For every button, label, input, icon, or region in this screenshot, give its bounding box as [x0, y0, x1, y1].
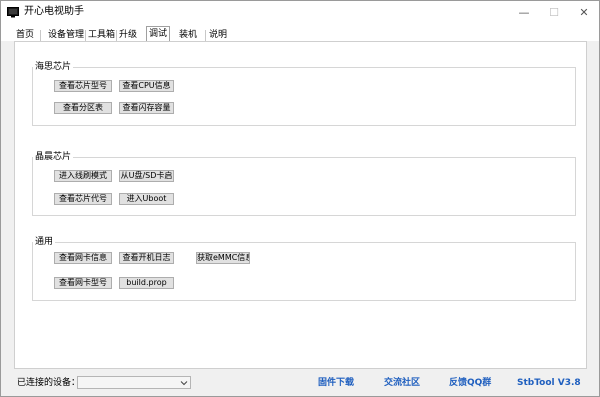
community-link[interactable]: 交流社区 — [384, 377, 420, 389]
enter-uboot-button[interactable]: 进入Uboot — [119, 193, 174, 205]
general-group-title: 通用 — [33, 236, 56, 248]
tab-debug[interactable]: 调试 — [146, 26, 171, 41]
hisi-group-title: 海思芯片 — [33, 61, 74, 73]
tab-bar: 首页 设备管理 工具箱 升级 调试 装机 说明 — [1, 23, 599, 41]
view-boot-log-button[interactable]: 查看开机日志 — [119, 252, 174, 264]
tab-install[interactable]: 装机 — [179, 29, 197, 41]
view-cpu-info-button[interactable]: 查看CPU信息 — [119, 80, 174, 92]
view-partition-table-button[interactable]: 查看分区表 — [54, 102, 112, 114]
general-group: 通用 查看网卡信息 查看开机日志 获取eMMC信息 查看网卡型号 build.p… — [32, 236, 576, 301]
boot-from-usb-sd-button[interactable]: 从U盘/SD卡启 — [119, 170, 174, 182]
view-flash-capacity-button[interactable]: 查看闪存容量 — [119, 102, 174, 114]
tab-separator — [40, 30, 41, 41]
tab-home[interactable]: 首页 — [16, 29, 34, 41]
view-nic-model-button[interactable]: 查看网卡型号 — [54, 277, 112, 289]
tv-app-icon — [7, 7, 19, 18]
feedback-qq-group-link[interactable]: 反馈QQ群 — [449, 377, 491, 389]
view-chip-code-button[interactable]: 查看芯片代号 — [54, 193, 112, 205]
minimize-button[interactable]: — — [509, 1, 539, 23]
tab-upgrade[interactable]: 升级 — [119, 29, 137, 41]
debug-panel: 海思芯片 查看芯片型号 查看CPU信息 查看分区表 查看闪存容量 晶晨芯片 进入… — [14, 41, 587, 369]
tab-separator — [205, 30, 206, 41]
device-select[interactable] — [77, 376, 191, 389]
build-prop-button[interactable]: build.prop — [119, 277, 174, 289]
stbtool-version-link[interactable]: StbTool V3.8 — [517, 377, 581, 389]
firmware-download-link[interactable]: 固件下载 — [318, 377, 354, 389]
chevron-down-icon — [180, 381, 188, 386]
tab-separator — [116, 30, 117, 41]
amlogic-group-title: 晶晨芯片 — [33, 151, 74, 163]
amlogic-chip-group: 晶晨芯片 进入线刷模式 从U盘/SD卡启 查看芯片代号 进入Uboot — [32, 151, 576, 216]
maximize-button[interactable]: ☐ — [539, 1, 569, 23]
connected-device-label: 已连接的设备： — [17, 378, 81, 388]
enter-flash-mode-button[interactable]: 进入线刷模式 — [54, 170, 112, 182]
tab-toolbox[interactable]: 工具箱 — [88, 29, 115, 41]
close-button[interactable]: ✕ — [569, 1, 599, 23]
tab-instructions[interactable]: 说明 — [209, 29, 227, 41]
hisi-chip-group: 海思芯片 查看芯片型号 查看CPU信息 查看分区表 查看闪存容量 — [32, 61, 576, 126]
get-emmc-info-button[interactable]: 获取eMMC信息 — [196, 252, 250, 264]
tab-separator — [85, 30, 86, 41]
window-title: 开心电视助手 — [24, 6, 84, 17]
title-bar[interactable]: 开心电视助手 — ☐ ✕ — [1, 1, 599, 23]
view-nic-info-button[interactable]: 查看网卡信息 — [54, 252, 112, 264]
view-chip-model-button[interactable]: 查看芯片型号 — [54, 80, 112, 92]
tab-device-management[interactable]: 设备管理 — [48, 29, 84, 41]
main-window: 开心电视助手 — ☐ ✕ 首页 设备管理 工具箱 升级 调试 装机 说明 海思芯… — [0, 0, 600, 397]
